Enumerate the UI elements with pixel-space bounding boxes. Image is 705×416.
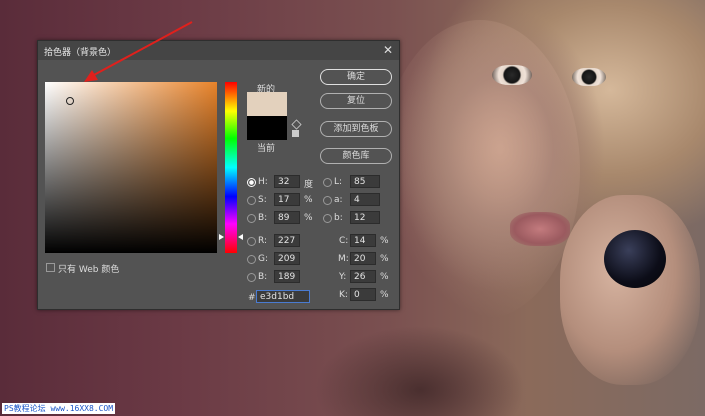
b-label: B: xyxy=(258,213,268,223)
h-label: H: xyxy=(258,177,268,187)
h-input[interactable]: 32 xyxy=(274,175,300,188)
watermark: PS教程论坛 www.16XX8.COM xyxy=(2,403,116,414)
web-colors-only-checkbox[interactable] xyxy=(46,263,55,272)
hue-slider-right-handle[interactable] xyxy=(238,234,243,240)
y-unit: % xyxy=(380,272,389,282)
hue-slider-left-handle[interactable] xyxy=(219,234,224,240)
rgb-b-input[interactable]: 189 xyxy=(274,270,300,283)
s-input[interactable]: 17 xyxy=(274,193,300,206)
face-area xyxy=(380,20,580,320)
h-unit: 度 xyxy=(304,180,314,190)
l-label: L: xyxy=(334,177,343,187)
l-radio[interactable] xyxy=(323,178,332,187)
ok-button[interactable]: 确定 xyxy=(320,69,392,85)
color-libraries-button[interactable]: 颜色库 xyxy=(320,148,392,164)
reset-button[interactable]: 复位 xyxy=(320,93,392,109)
g-label: G: xyxy=(258,254,269,264)
current-color-swatch[interactable] xyxy=(247,116,287,140)
y-label: Y: xyxy=(339,272,347,282)
close-icon[interactable]: ✕ xyxy=(383,43,393,57)
b-radio[interactable] xyxy=(247,214,256,223)
web-safe-square-icon[interactable] xyxy=(292,130,299,137)
rgb-b-label: B: xyxy=(258,272,268,282)
c-unit: % xyxy=(380,236,389,246)
r-radio[interactable] xyxy=(247,237,256,246)
k-unit: % xyxy=(380,290,389,300)
add-to-swatches-button[interactable]: 添加到色板 xyxy=(320,121,392,137)
k-input[interactable]: 0 xyxy=(350,288,376,301)
c-input[interactable]: 14 xyxy=(350,234,376,247)
k-label: K: xyxy=(339,290,348,300)
color-field[interactable] xyxy=(45,82,217,253)
color-picker-cursor[interactable] xyxy=(66,97,74,105)
web-colors-only-label: 只有 Web 颜色 xyxy=(58,265,120,275)
s-label: S: xyxy=(258,195,267,205)
dialog-title: 拾色器（背景色） xyxy=(44,48,117,58)
lab-b-radio[interactable] xyxy=(323,214,332,223)
l-input[interactable]: 85 xyxy=(350,175,380,188)
hex-input[interactable]: e3d1bd xyxy=(256,290,310,303)
r-input[interactable]: 227 xyxy=(274,234,300,247)
right-eye xyxy=(572,68,606,86)
c-label: C: xyxy=(339,236,349,246)
a-radio[interactable] xyxy=(323,196,332,205)
m-unit: % xyxy=(380,254,389,264)
hex-label: # xyxy=(248,293,256,303)
lab-b-input[interactable]: 12 xyxy=(350,211,380,224)
m-input[interactable]: 20 xyxy=(350,252,376,265)
b-input[interactable]: 89 xyxy=(274,211,300,224)
g-radio[interactable] xyxy=(247,255,256,264)
a-input[interactable]: 4 xyxy=(350,193,380,206)
lab-b-label: b: xyxy=(334,213,343,223)
s-radio[interactable] xyxy=(247,196,256,205)
hand xyxy=(560,195,700,385)
h-radio[interactable] xyxy=(247,178,256,187)
a-label: a: xyxy=(334,195,343,205)
out-of-gamut-cube-icon[interactable] xyxy=(291,119,302,130)
b-unit: % xyxy=(304,213,313,223)
color-picker-dialog: 拾色器（背景色） ✕ 新的 当前 确定 复位 添加到色板 颜色库 H: 32 度… xyxy=(37,40,400,310)
current-color-label: 当前 xyxy=(257,144,276,154)
new-color-swatch[interactable] xyxy=(247,92,287,116)
y-input[interactable]: 26 xyxy=(350,270,376,283)
rgb-b-radio[interactable] xyxy=(247,273,256,282)
g-input[interactable]: 209 xyxy=(274,252,300,265)
s-unit: % xyxy=(304,195,313,205)
hue-slider[interactable] xyxy=(225,82,237,253)
lips xyxy=(510,212,570,246)
r-label: R: xyxy=(258,236,268,246)
ring xyxy=(604,230,666,288)
m-label: M: xyxy=(338,254,349,264)
left-eye xyxy=(492,65,532,85)
title-bar[interactable]: 拾色器（背景色） ✕ xyxy=(38,41,399,60)
